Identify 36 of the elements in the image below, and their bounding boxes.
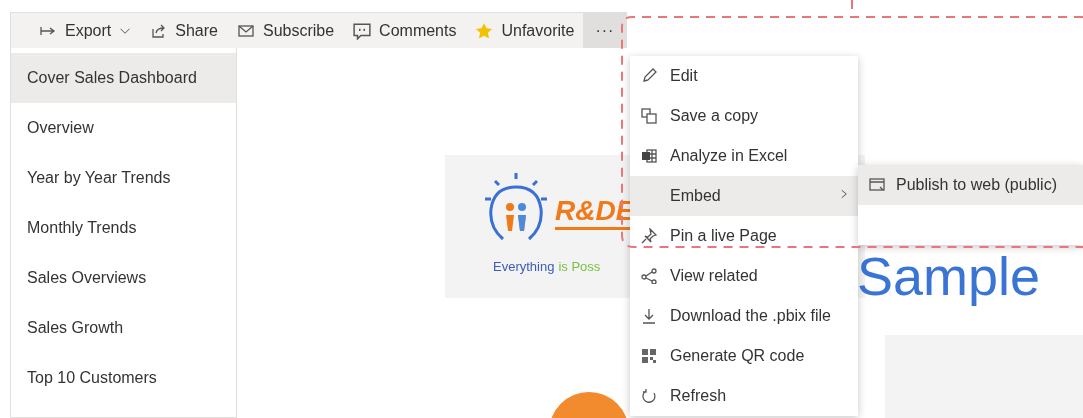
pin-icon — [640, 228, 658, 244]
share-nodes-icon — [640, 268, 658, 284]
toolbar-button[interactable]: Comments — [343, 13, 466, 48]
page-tab[interactable]: Year by Year Trends — [11, 153, 236, 203]
report-title: Sample — [857, 246, 1041, 306]
toolbar-button[interactable]: Unfavorite — [465, 13, 584, 48]
menu-item[interactable]: View related — [630, 256, 858, 296]
envelope-icon — [235, 22, 256, 39]
page-tab[interactable]: Overview — [11, 103, 236, 153]
menu-item[interactable]: Edit — [630, 56, 858, 96]
toolbar-button[interactable]: Subscribe — [226, 13, 344, 48]
logo-tagline: Everything is Poss — [493, 259, 601, 274]
page-tab[interactable]: Top 10 Customers — [11, 353, 236, 403]
menu-item[interactable]: Refresh — [630, 376, 858, 416]
star-icon — [474, 21, 495, 40]
toolbar-button[interactable]: Share — [141, 13, 227, 48]
menu-item[interactable]: Analyze in Excel — [630, 136, 858, 176]
download-icon — [640, 308, 658, 324]
page-tab[interactable]: Sales Overviews — [11, 253, 236, 303]
menu-item[interactable]: Save a copy — [630, 96, 858, 136]
menu-item[interactable]: Download the .pbix file — [630, 296, 858, 336]
page-tab[interactable]: Monthly Trends — [11, 203, 236, 253]
submenu-item[interactable]: Publish to web (public) — [858, 165, 1083, 205]
refresh-icon — [640, 388, 658, 404]
pencil-icon — [640, 68, 658, 84]
page-tab[interactable]: Cover Sales Dashboard — [11, 53, 236, 103]
export-button[interactable]: Export — [29, 13, 142, 48]
copy-icon — [640, 108, 658, 124]
menu-item[interactable]: Embed — [630, 176, 858, 216]
window-icon — [868, 177, 886, 193]
more-button[interactable]: ··· — [583, 13, 627, 48]
qr-code-icon — [640, 348, 658, 364]
excel-icon — [640, 148, 658, 164]
page-tab[interactable]: Sales Growth — [11, 303, 236, 353]
menu-item[interactable]: Generate QR code — [630, 336, 858, 376]
comment-icon — [352, 21, 373, 40]
